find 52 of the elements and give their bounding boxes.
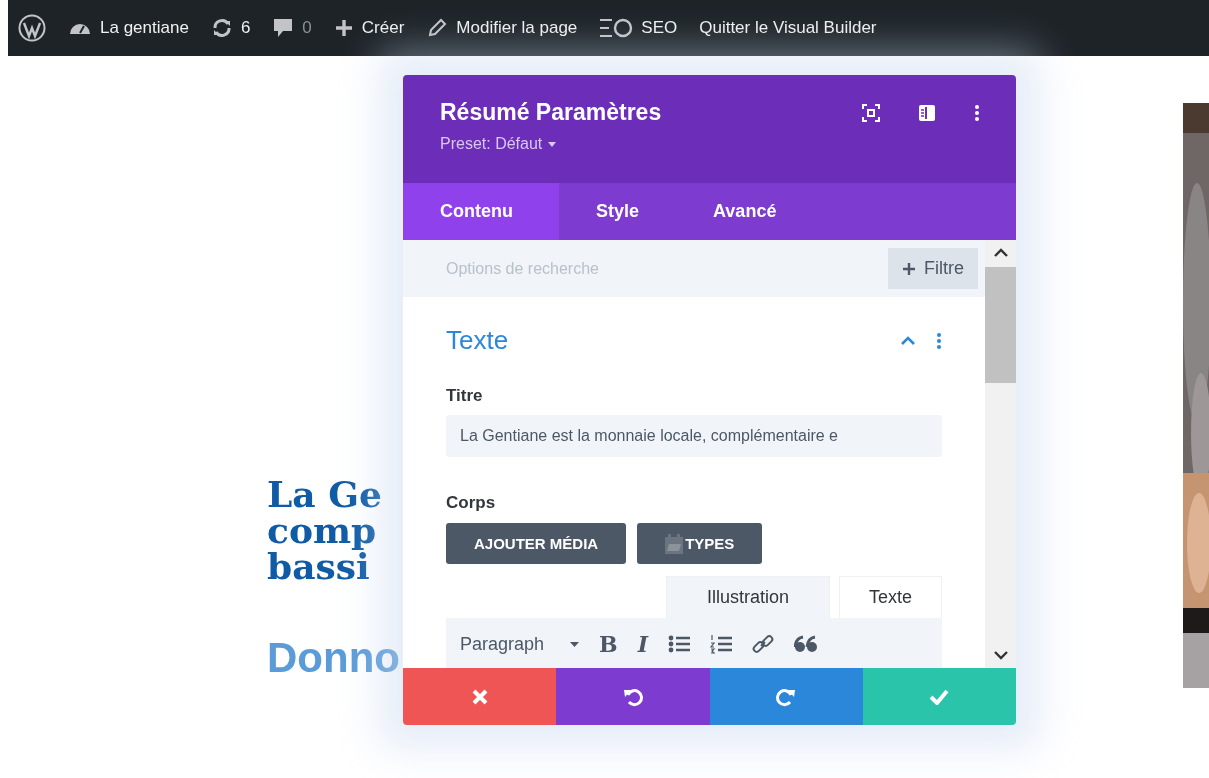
redo-icon <box>776 686 797 707</box>
sidebar-layout-icon[interactable] <box>918 103 936 122</box>
tab[interactable]: Avancé <box>676 183 814 240</box>
more-options-icon[interactable] <box>936 331 942 350</box>
page-heading: La Ge comp bassi <box>267 476 383 584</box>
bullet-list-icon[interactable] <box>667 634 690 654</box>
scroll-down-icon[interactable] <box>993 651 1008 660</box>
scrollbar-thumb[interactable] <box>985 267 1016 383</box>
media-button[interactable]: TYPES <box>637 523 763 564</box>
plus-icon <box>902 261 916 276</box>
admin-bar-link[interactable]: Modifier la page <box>456 18 578 38</box>
admin-bar-link[interactable]: La gentiane <box>100 18 189 38</box>
seo-icon[interactable] <box>599 17 634 39</box>
editor-tab[interactable]: Illustration <box>665 576 830 618</box>
caret-icon <box>548 141 557 147</box>
more-options-icon[interactable] <box>974 103 980 122</box>
editor-tab[interactable]: Texte <box>838 576 942 618</box>
modal-title: Résumé Paramètres <box>440 99 662 126</box>
italic-button[interactable]: I <box>637 631 648 657</box>
search-field[interactable]: Options de recherche <box>403 240 888 297</box>
quote-icon[interactable] <box>793 635 818 653</box>
caret-icon <box>570 641 580 647</box>
scroll-up-icon[interactable] <box>993 248 1008 257</box>
fullscreen-icon[interactable] <box>862 103 880 122</box>
field-label: Titre <box>446 386 484 406</box>
section-title[interactable]: Texte <box>446 325 509 356</box>
media-button[interactable]: AJOUTER MÉDIA <box>446 523 627 564</box>
undo-icon <box>622 686 643 707</box>
comment-icon[interactable] <box>272 17 295 39</box>
filter-button[interactable]: Filtre <box>888 240 985 297</box>
format-dropdown[interactable]: Paragraph <box>460 633 580 655</box>
admin-bar-link[interactable]: 6 <box>240 18 251 38</box>
preset-dropdown[interactable]: Preset: Défaut <box>440 135 557 153</box>
tab[interactable]: Style <box>559 183 677 240</box>
scrollbar[interactable] <box>985 240 1016 668</box>
check-icon <box>929 688 950 705</box>
admin-bar-link[interactable]: Créer <box>361 18 405 38</box>
admin-bar-link[interactable]: Quitter le Visual Builder <box>699 18 877 38</box>
numbered-list-icon[interactable] <box>709 634 732 654</box>
link-icon[interactable] <box>751 633 774 655</box>
title-input-field[interactable]: La Gentiane est la monnaie locale, complémentaire e <box>446 415 942 457</box>
bold-button[interactable]: B <box>599 631 618 657</box>
field-label: Corps <box>446 493 497 513</box>
tab[interactable]: Contenu <box>403 183 559 240</box>
close-icon <box>471 688 488 705</box>
page-subheading: Donno <box>267 634 400 682</box>
pencil-icon[interactable] <box>426 17 449 39</box>
wordpress-logo-icon[interactable] <box>18 14 46 42</box>
chevron-icon[interactable] <box>900 335 916 346</box>
folder-icon <box>665 533 684 554</box>
admin-bar-link[interactable]: SEO <box>641 18 678 38</box>
plus-icon[interactable] <box>333 18 354 38</box>
